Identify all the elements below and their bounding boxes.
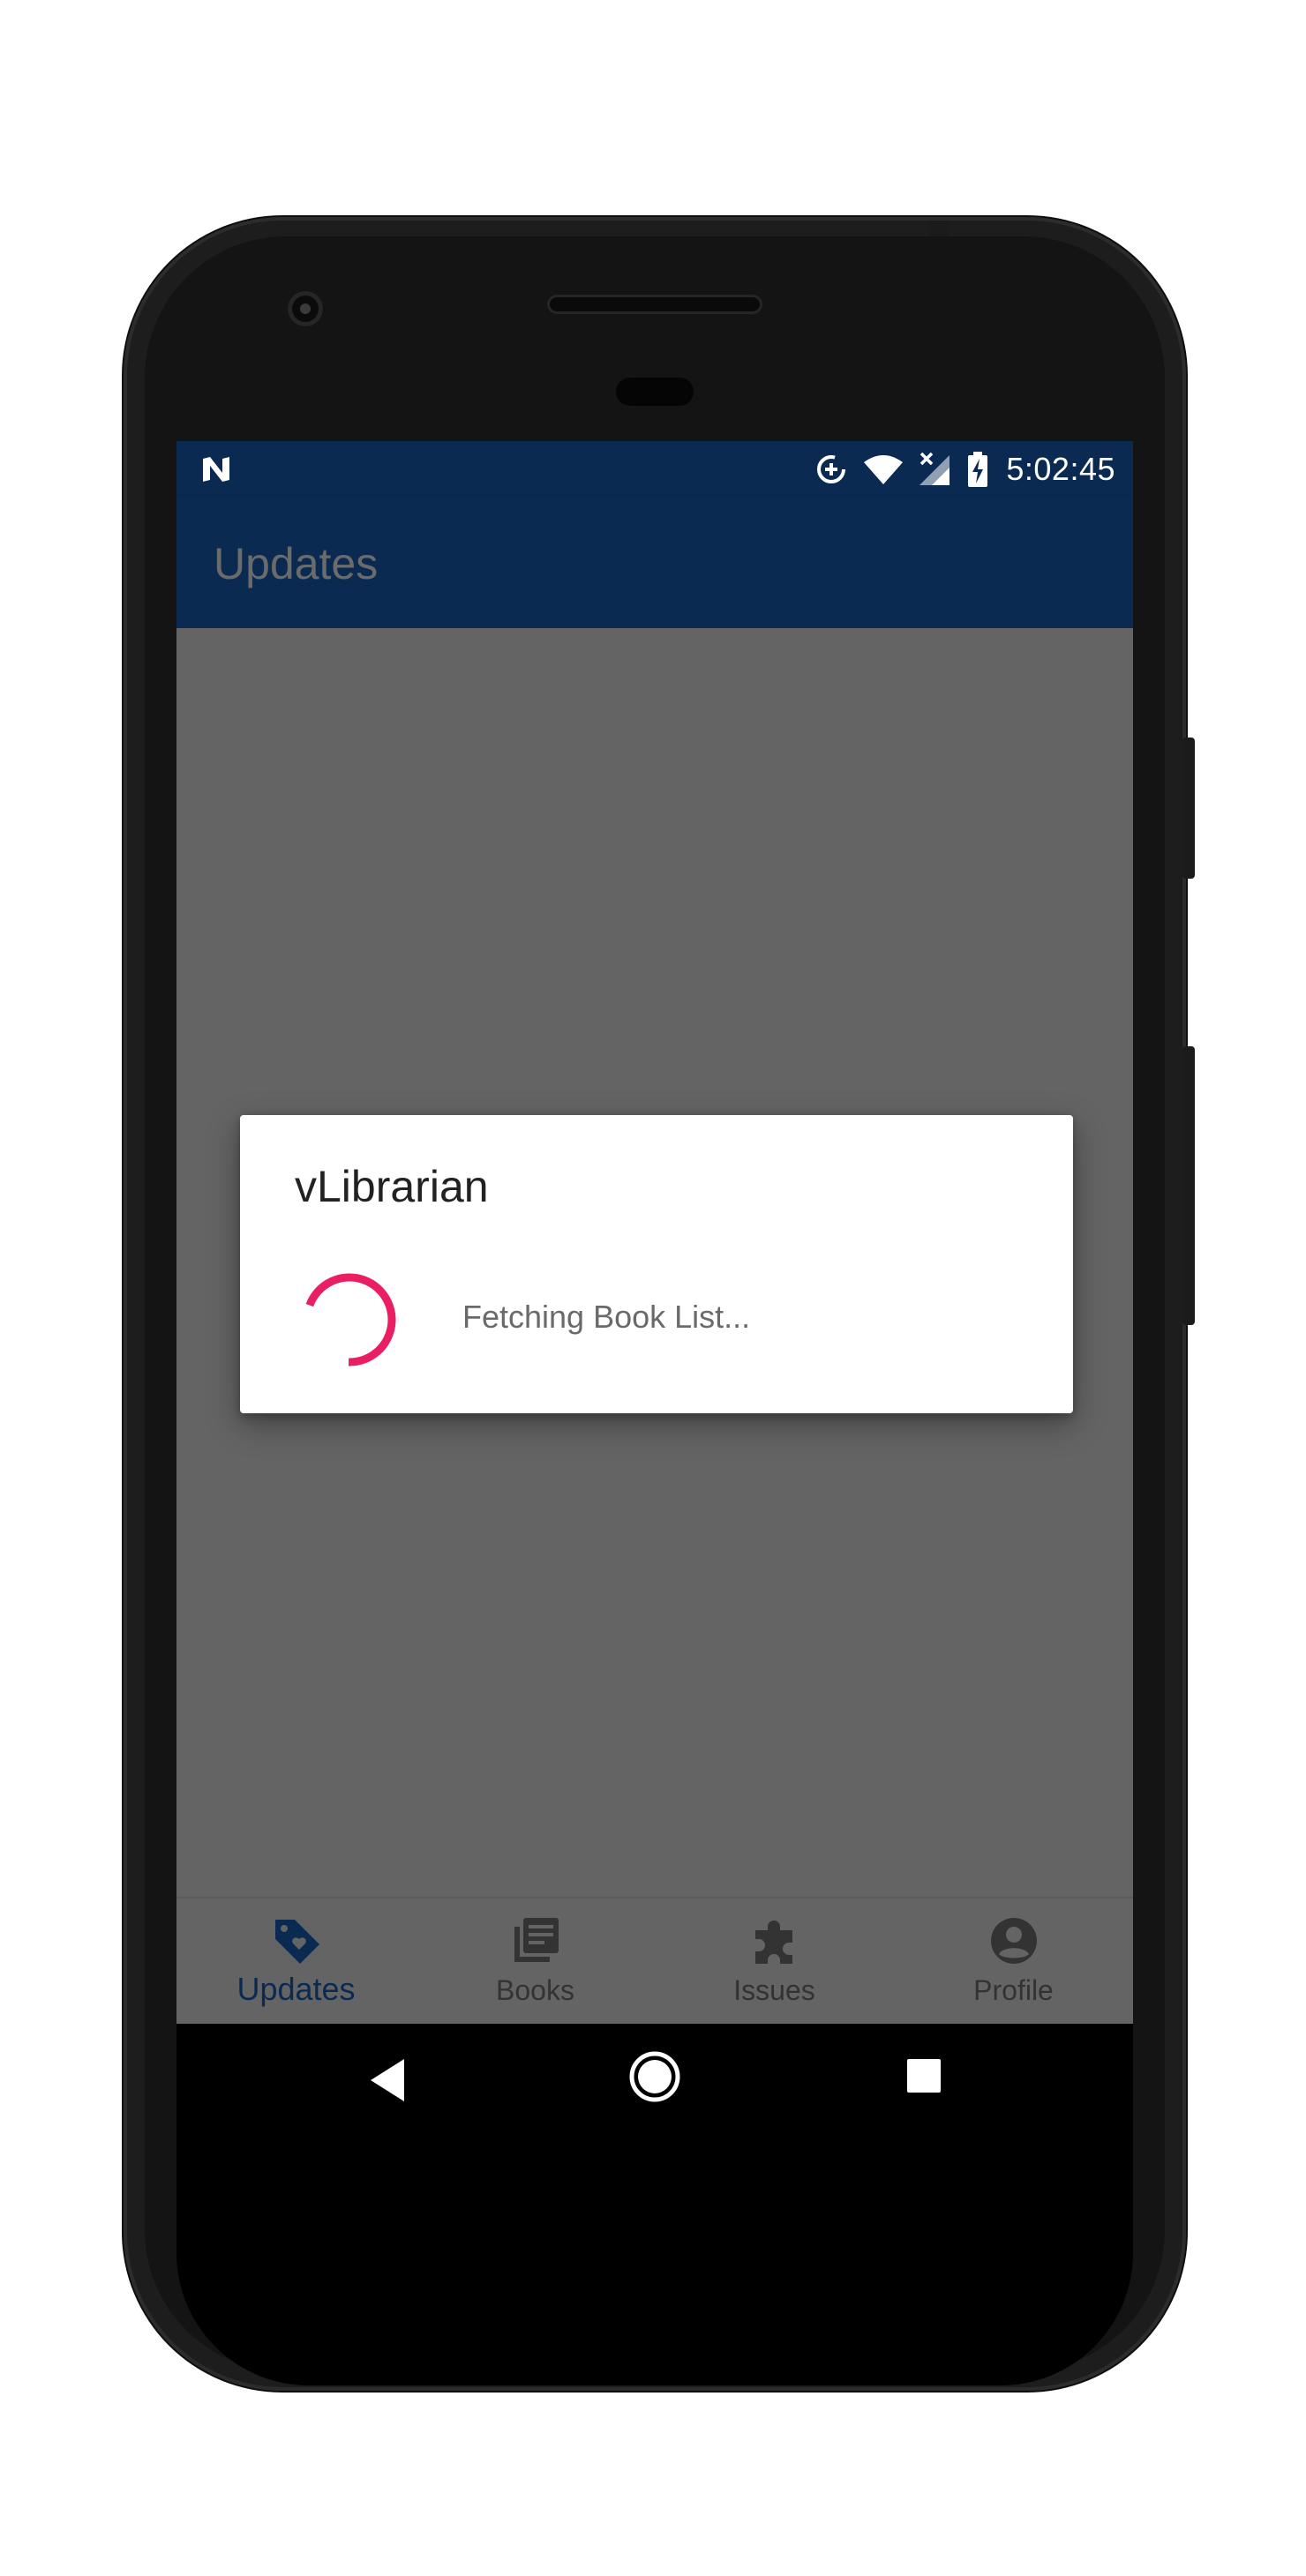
nav-label-issues: Issues: [733, 1974, 815, 2006]
volume-button: [1182, 738, 1195, 879]
loading-spinner-icon: [303, 1273, 396, 1367]
progress-dialog: vLibrarian Fetching Book List...: [240, 1115, 1073, 1413]
home-icon[interactable]: [628, 2050, 681, 2103]
recents-icon[interactable]: [905, 2057, 942, 2094]
proximity-sensor: [616, 378, 694, 406]
no-signal-icon: [919, 452, 950, 485]
front-camera: [288, 291, 323, 326]
nav-label-updates: Updates: [236, 1971, 356, 2007]
system-navigation-bar: [176, 2024, 1133, 2137]
dialog-title: vLibrarian: [295, 1162, 489, 1211]
back-icon[interactable]: [365, 2054, 409, 2107]
dialog-message: Fetching Book List...: [462, 1299, 751, 1335]
nav-item-profile[interactable]: Profile: [894, 1898, 1133, 2024]
screen: 5:02:45 Updates vLibrarian Fetching Book…: [176, 441, 1133, 2024]
status-time: 5:02:45: [1006, 451, 1115, 487]
status-bar: 5:02:45: [176, 441, 1133, 498]
puzzle-icon: [754, 1921, 792, 1964]
nav-label-profile: Profile: [973, 1974, 1054, 2006]
account-circle-icon: [990, 1918, 1037, 1964]
page-title: Updates: [214, 539, 379, 588]
tag-heart-icon: [274, 1920, 319, 1964]
app-bar: Updates: [176, 498, 1133, 628]
power-button: [1182, 1046, 1195, 1325]
nav-item-updates[interactable]: Updates: [176, 1898, 416, 2024]
nav-label-books: Books: [496, 1974, 574, 2006]
n-notification-icon: [203, 457, 229, 482]
library-books-icon: [514, 1918, 559, 1962]
top-button: [928, 221, 949, 236]
bottom-navigation: Updates Books Issues Profile: [176, 1897, 1133, 2024]
status-icons: 5:02:45: [814, 450, 1115, 489]
wifi-icon: [864, 455, 904, 484]
data-saver-icon: [817, 455, 846, 483]
earpiece-speaker: [547, 295, 762, 314]
nav-item-books[interactable]: Books: [416, 1898, 655, 2024]
nav-item-issues[interactable]: Issues: [655, 1898, 894, 2024]
battery-charging-icon: [968, 452, 988, 487]
